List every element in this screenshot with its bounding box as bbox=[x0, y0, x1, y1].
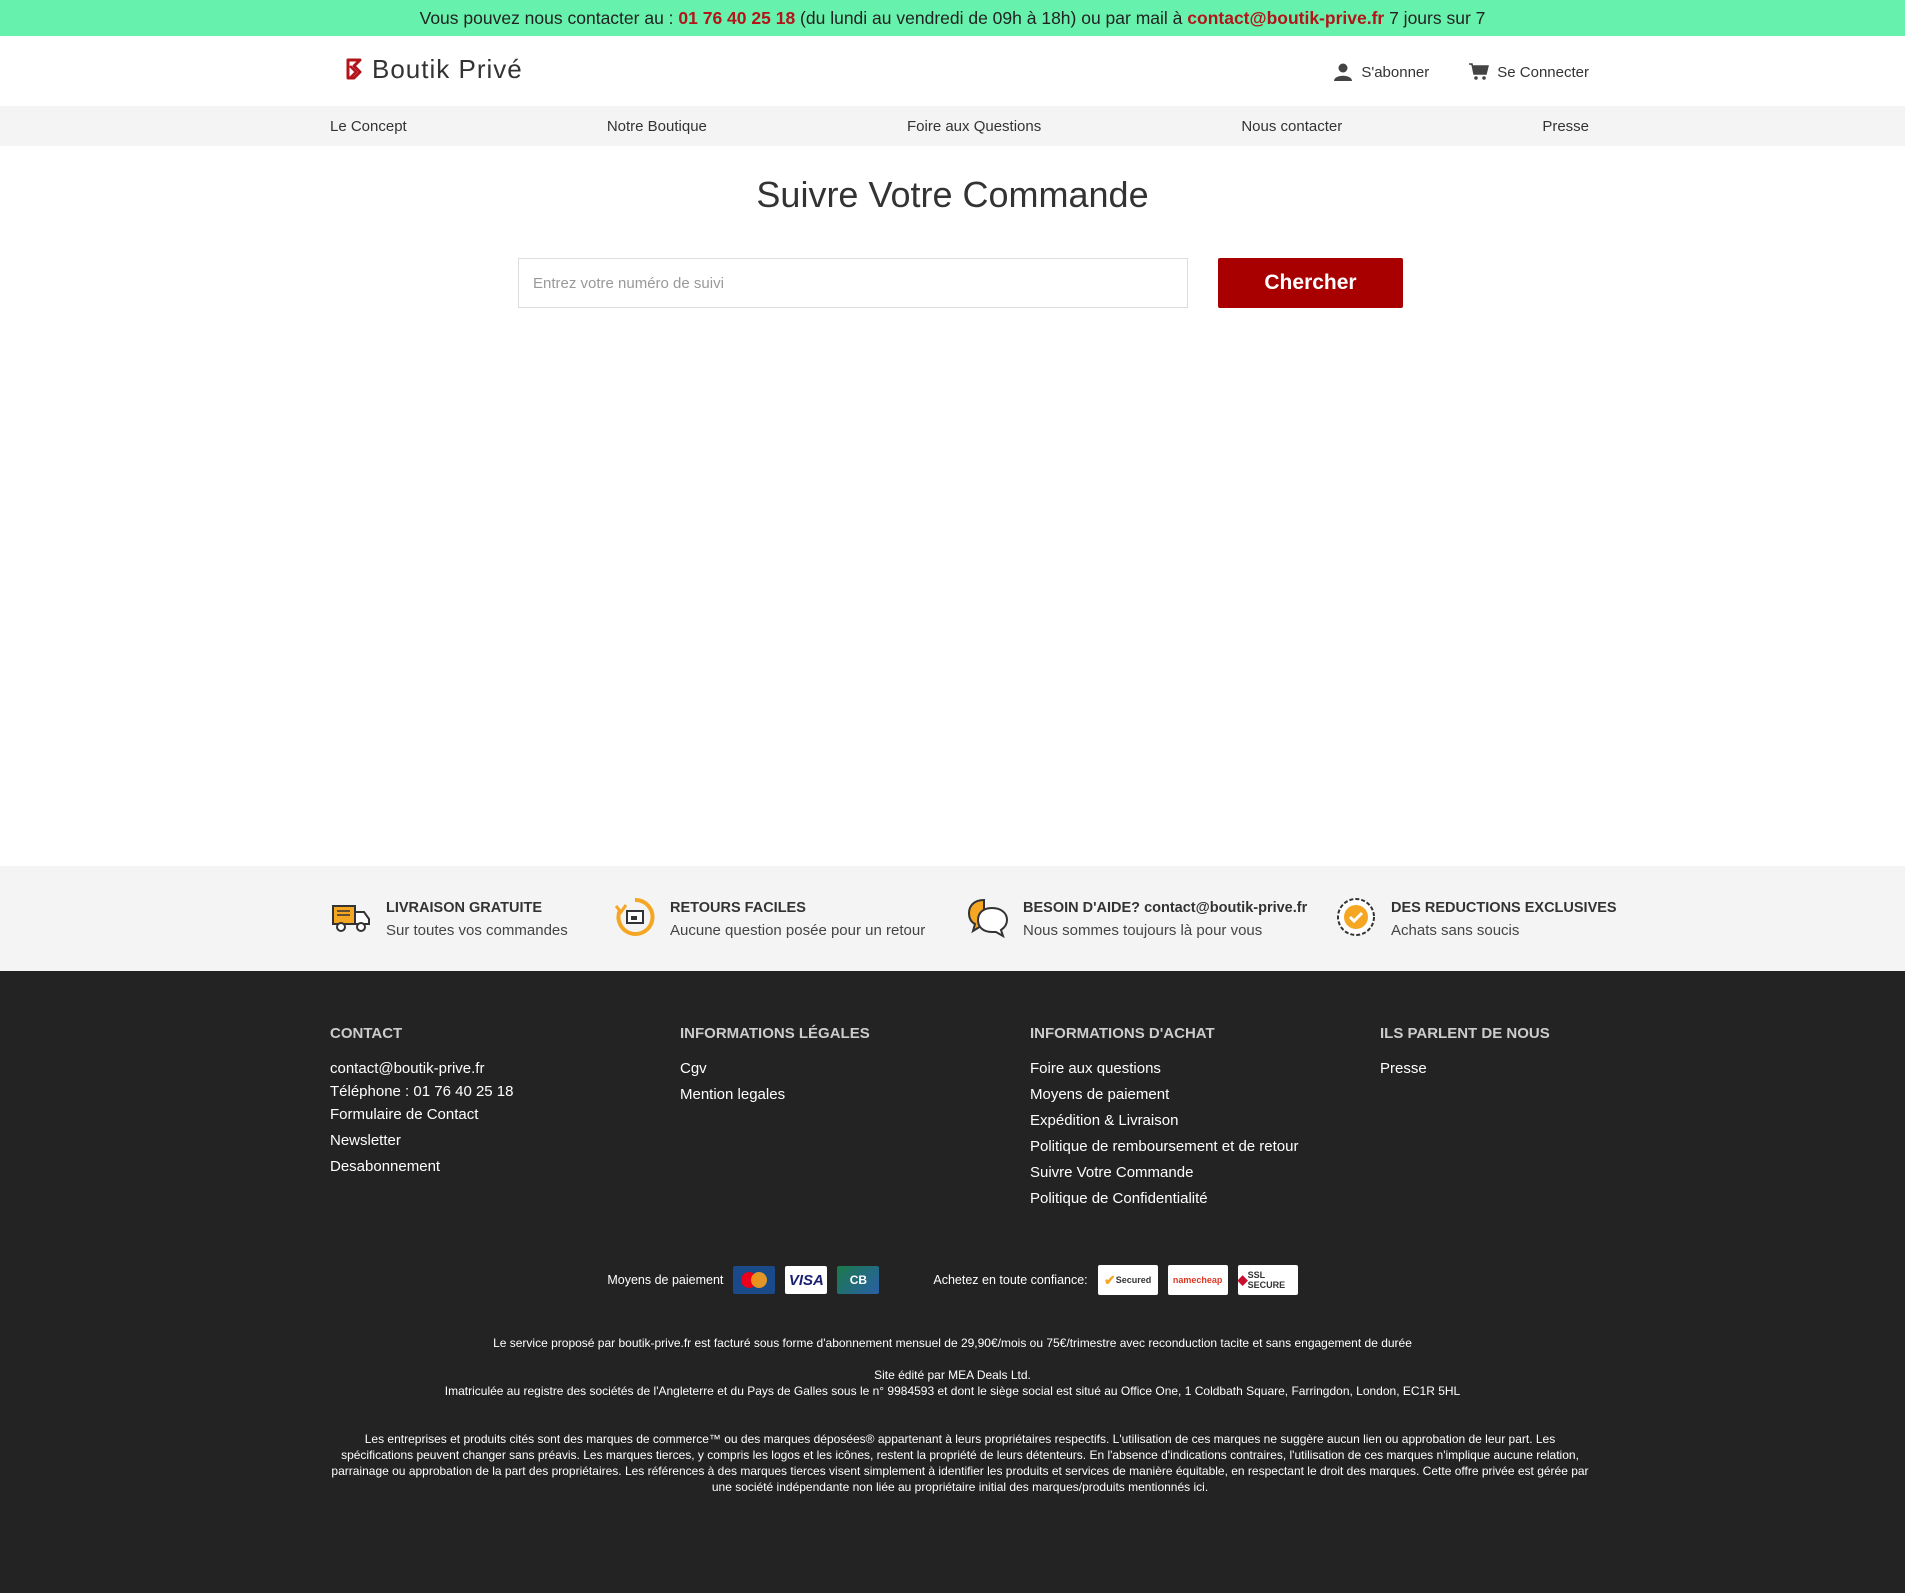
footer-column-title: INFORMATIONS D'ACHAT bbox=[1030, 1025, 1215, 1042]
footer-link[interactable]: Desabonnement bbox=[330, 1158, 630, 1175]
site-logo[interactable]: Boutik Privé bbox=[346, 54, 523, 85]
feature-title: BESOIN D'AIDE? contact@boutik-prive.fr bbox=[1023, 900, 1308, 916]
legal-registration: Imatriculée au registre des sociétés de … bbox=[444, 1384, 1461, 1398]
contact-banner: Vous pouvez nous contacter au : 01 76 40… bbox=[0, 0, 1905, 36]
legal-publisher: Site édité par MEA Deals Ltd. bbox=[874, 1368, 1031, 1382]
payment-trust-row: Moyens de paiement VISA CB Achetez en to… bbox=[0, 1265, 1905, 1295]
feature-item: RETOURS FACILES Aucune question posée po… bbox=[614, 896, 925, 939]
footer-link[interactable]: Formulaire de Contact bbox=[330, 1106, 630, 1123]
footer-link[interactable]: Mention legales bbox=[680, 1086, 980, 1103]
footer-link[interactable]: Moyens de paiement bbox=[1030, 1086, 1330, 1103]
logo-mark-icon bbox=[346, 58, 362, 79]
footer-link[interactable]: Newsletter bbox=[330, 1132, 630, 1149]
nav-item-contact[interactable]: Nous contacter bbox=[1241, 118, 1342, 135]
cb-logo: CB bbox=[837, 1266, 880, 1294]
footer-column-legal: INFORMATIONS LÉGALES Cgv Mention legales bbox=[680, 1025, 980, 1112]
truck-icon bbox=[332, 905, 370, 932]
footer-link[interactable]: Presse bbox=[1380, 1060, 1680, 1077]
login-label: Se Connecter bbox=[1497, 63, 1589, 81]
feature-title: LIVRAISON GRATUITE bbox=[386, 900, 543, 916]
cart-icon bbox=[1469, 63, 1490, 80]
footer-link[interactable]: Foire aux questions bbox=[1030, 1060, 1330, 1077]
tracking-number-input[interactable] bbox=[518, 258, 1188, 308]
subscribe-label: S'abonner bbox=[1361, 63, 1430, 81]
footer-link[interactable]: Téléphone : 01 76 40 25 18 bbox=[330, 1083, 630, 1100]
feature-title: DES REDUCTIONS EXCLUSIVES bbox=[1391, 900, 1617, 916]
secured-badge: ✔ Secured bbox=[1097, 1265, 1158, 1295]
footer-column-title: INFORMATIONS LÉGALES bbox=[680, 1025, 870, 1042]
feature-subtitle: Sur toutes vos commandes bbox=[386, 922, 568, 939]
chat-icon bbox=[967, 898, 1009, 938]
footer-column-contact: CONTACT contact@boutik-prive.fr Téléphon… bbox=[330, 1025, 630, 1184]
feature-subtitle: Nous sommes toujours là pour vous bbox=[1023, 922, 1263, 939]
features-strip: LIVRAISON GRATUITE Sur toutes vos comman… bbox=[0, 866, 1905, 971]
mastercard-icon bbox=[741, 1272, 768, 1288]
feature-item: DES REDUCTIONS EXCLUSIVES Achats sans so… bbox=[1335, 896, 1617, 939]
feature-title: RETOURS FACILES bbox=[670, 900, 806, 916]
login-link[interactable]: Se Connecter bbox=[1469, 62, 1589, 82]
trust-badges: Achetez en toute confiance: ✔ Secured na… bbox=[933, 1265, 1298, 1295]
shield-check-icon: ✔ bbox=[1104, 1271, 1116, 1288]
payment-label: Moyens de paiement bbox=[607, 1273, 724, 1287]
footer-column-title: ILS PARLENT DE NOUS bbox=[1380, 1025, 1550, 1042]
nav-item-boutique[interactable]: Notre Boutique bbox=[607, 118, 707, 135]
logo-text: Boutik Privé bbox=[372, 54, 523, 84]
feature-item: LIVRAISON GRATUITE Sur toutes vos comman… bbox=[330, 896, 568, 939]
tracking-search-form: Chercher bbox=[518, 258, 1403, 308]
nav-item-presse[interactable]: Presse bbox=[1542, 118, 1589, 135]
site-footer: CONTACT contact@boutik-prive.fr Téléphon… bbox=[0, 971, 1905, 1593]
search-button[interactable]: Chercher bbox=[1218, 258, 1403, 308]
shield-icon: ◆ bbox=[1237, 1272, 1248, 1287]
legal-trademarks: Les entreprises et produits cités sont d… bbox=[331, 1432, 1589, 1494]
site-header: Boutik Privé S'abonner Se Connecter bbox=[0, 36, 1905, 106]
footer-column-title: CONTACT bbox=[330, 1025, 403, 1042]
footer-column-press: ILS PARLENT DE NOUS Presse bbox=[1380, 1025, 1680, 1086]
nav-item-faq[interactable]: Foire aux Questions bbox=[907, 118, 1041, 135]
banner-suffix: 7 jours sur 7 bbox=[1384, 8, 1486, 28]
footer-link[interactable]: Politique de remboursement et de retour bbox=[1030, 1138, 1330, 1155]
footer-link[interactable]: Suivre Votre Commande bbox=[1030, 1164, 1330, 1181]
feature-item: BESOIN D'AIDE? contact@boutik-prive.fr N… bbox=[967, 896, 1307, 939]
trust-label: Achetez en toute confiance: bbox=[933, 1273, 1088, 1287]
footer-link[interactable]: Cgv bbox=[680, 1060, 980, 1077]
nav-item-concept[interactable]: Le Concept bbox=[330, 118, 407, 135]
payment-methods: Moyens de paiement VISA CB bbox=[607, 1266, 880, 1294]
subscribe-link[interactable]: S'abonner bbox=[1333, 62, 1429, 82]
footer-column-purchase: INFORMATIONS D'ACHAT Foire aux questions… bbox=[1030, 1025, 1330, 1216]
page-title: Suivre Votre Commande bbox=[756, 174, 1149, 215]
legal-billing: Le service proposé par boutik-prive.fr e… bbox=[493, 1336, 1412, 1350]
feature-subtitle: Aucune question posée pour un retour bbox=[670, 922, 926, 939]
return-icon bbox=[614, 897, 655, 936]
footer-link[interactable]: Politique de Confidentialité bbox=[1030, 1190, 1330, 1207]
mastercard-logo bbox=[733, 1266, 776, 1294]
banner-prefix: Vous pouvez nous contacter au : bbox=[419, 8, 679, 28]
feature-subtitle: Achats sans soucis bbox=[1391, 922, 1520, 939]
banner-middle: (du lundi au vendredi de 09h à 18h) ou p… bbox=[795, 8, 1188, 28]
main-nav: Le Concept Notre Boutique Foire aux Ques… bbox=[0, 106, 1905, 146]
ssl-badge: ◆ SSL SECURE bbox=[1237, 1265, 1298, 1295]
namecheap-badge: namecheap bbox=[1167, 1265, 1228, 1295]
banner-email-link[interactable]: contact@boutik-prive.fr bbox=[1187, 8, 1384, 28]
banner-phone-link[interactable]: 01 76 40 25 18 bbox=[678, 8, 795, 28]
footer-link[interactable]: Expédition & Livraison bbox=[1030, 1112, 1330, 1129]
footer-link[interactable]: contact@boutik-prive.fr bbox=[330, 1060, 630, 1077]
user-icon bbox=[1334, 63, 1353, 81]
badge-check-icon bbox=[1337, 898, 1375, 936]
visa-logo: VISA bbox=[785, 1266, 828, 1294]
